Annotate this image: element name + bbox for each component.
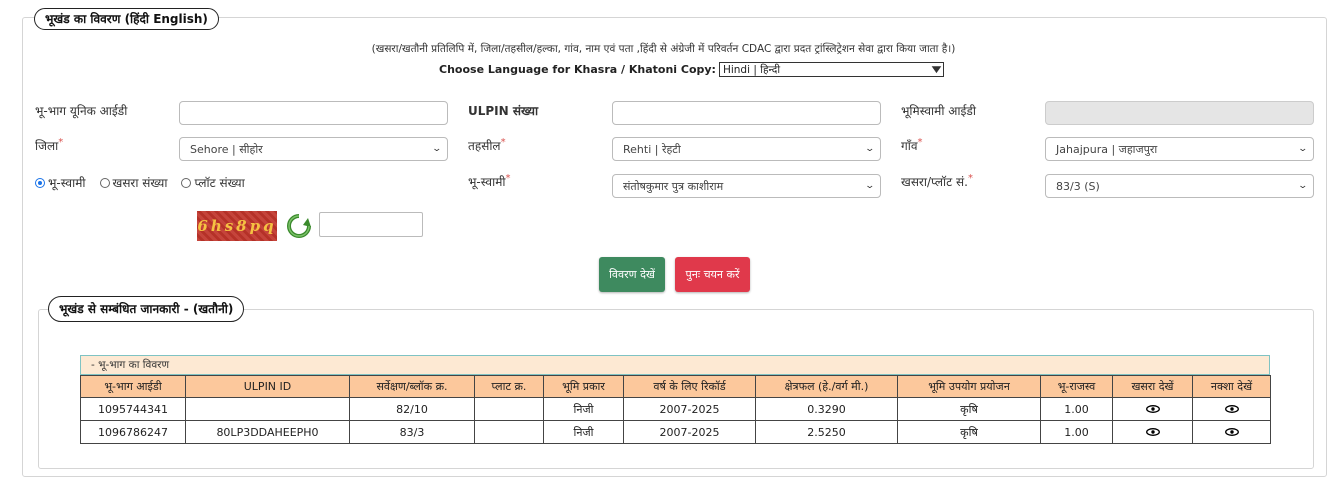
- col-header: ULPIN ID: [185, 375, 350, 398]
- col-header: नक्शा देखें: [1192, 375, 1271, 398]
- section-title: भूखंड का विवरण (हिंदी English): [34, 8, 219, 30]
- col-header: भू-राजस्व: [1040, 375, 1113, 398]
- table-row: 1096786247 80LP3DDAHEEPH0 83/3 निजी 2007…: [80, 420, 1271, 444]
- cell-land-use: कृषि: [897, 397, 1041, 421]
- captcha-input[interactable]: [319, 212, 423, 237]
- language-row: Choose Language for Khasra / Khatoni Cop…: [439, 62, 944, 77]
- col-header: प्लाट क्र.: [474, 375, 544, 398]
- owner-value: संतोषकुमार पुत्र काशीराम: [623, 179, 724, 193]
- chevron-down-icon: ⌄: [864, 181, 876, 191]
- village-value: Jahajpura | जहाजपुरा: [1056, 142, 1158, 156]
- transliteration-info: (खसरा/खतौनी प्रतिलिपि में, जिला/तहसील/हल…: [371, 43, 956, 55]
- cell-land-type: निजी: [543, 420, 624, 444]
- view-map-cell[interactable]: [1192, 420, 1271, 444]
- radio-khasra[interactable]: खसरा संख्या: [99, 174, 167, 191]
- cell-land-use: कृषि: [897, 420, 1041, 444]
- search-type-radios: भू-स्वामी खसरा संख्या प्लॉट संख्या: [35, 174, 245, 191]
- eye-icon[interactable]: [1145, 404, 1160, 413]
- owner-label: भू-स्वामी*: [468, 173, 511, 189]
- radio-plot-dot[interactable]: [181, 177, 192, 188]
- col-header: भूमि प्रकार: [543, 375, 624, 398]
- reset-button[interactable]: पुनः चयन करें: [675, 257, 750, 292]
- ulpin-input[interactable]: [612, 101, 881, 125]
- col-header: क्षेत्रफल (हे./वर्ग मी.): [755, 375, 898, 398]
- cell-year: 2007-2025: [623, 397, 756, 421]
- col-header: वर्ष के लिए रिकॉर्ड: [623, 375, 756, 398]
- col-header: भूमि उपयोग प्रयोजन: [897, 375, 1041, 398]
- language-label: Choose Language for Khasra / Khatoni Cop…: [439, 63, 716, 76]
- unique-id-label: भू-भाग यूनिक आईडी: [35, 104, 128, 118]
- owner-select[interactable]: संतोषकुमार पुत्र काशीराम ⌄: [612, 174, 881, 198]
- view-map-cell[interactable]: [1192, 397, 1271, 421]
- ulpin-label: ULPIN संख्या: [468, 104, 539, 118]
- col-header: खसरा देखें: [1112, 375, 1193, 398]
- bhumiswami-id-input: [1045, 101, 1314, 125]
- col-header: सर्वेक्षण/ब्लॉक क्र.: [349, 375, 475, 398]
- cell-plot: [474, 397, 544, 421]
- cell-land-id: 1096786247: [80, 420, 186, 444]
- table-caption: - भू-भाग का विवरण: [80, 355, 1270, 375]
- chevron-down-icon: ⌄: [431, 144, 443, 154]
- captcha-image: 6hs8pq: [197, 211, 277, 241]
- view-details-button[interactable]: विवरण देखें: [599, 257, 665, 292]
- radio-khasra-dot[interactable]: [99, 177, 110, 188]
- eye-icon[interactable]: [1224, 427, 1239, 436]
- radio-owner-dot[interactable]: [35, 177, 45, 188]
- cell-year: 2007-2025: [623, 420, 756, 444]
- bhumiswami-id-label: भूमिस्वामी आईडी: [901, 104, 976, 118]
- view-khasra-cell[interactable]: [1112, 397, 1193, 421]
- language-select[interactable]: Hindi | हिन्दी ▼: [718, 62, 944, 77]
- chevron-down-icon: ⌄: [1297, 181, 1309, 191]
- cell-survey: 83/3: [349, 420, 475, 444]
- eye-icon[interactable]: [1145, 427, 1160, 436]
- eye-icon[interactable]: [1224, 404, 1239, 413]
- khatoni-title: भूखंड से सम्बंधित जानकारी - (खतौनी): [48, 296, 245, 322]
- cell-ulpin: 80LP3DDAHEEPH0: [185, 420, 350, 444]
- unique-id-input[interactable]: [179, 101, 448, 125]
- radio-plot[interactable]: प्लॉट संख्या: [181, 174, 245, 191]
- radio-owner[interactable]: भू-स्वामी: [35, 174, 86, 191]
- khasra-label: खसरा/प्लॉट सं.*: [901, 173, 973, 189]
- table-header-row: भू-भाग आईडी ULPIN ID सर्वेक्षण/ब्लॉक क्र…: [80, 375, 1271, 398]
- tehsil-select[interactable]: Rehti | रेहटी ⌄: [612, 137, 881, 161]
- col-header: भू-भाग आईडी: [80, 375, 186, 398]
- khasra-select[interactable]: 83/3 (S) ⌄: [1045, 174, 1314, 198]
- district-select[interactable]: Sehore | सीहोर ⌄: [179, 137, 448, 161]
- cell-plot: [474, 420, 544, 444]
- cell-survey: 82/10: [349, 397, 475, 421]
- view-khasra-cell[interactable]: [1112, 420, 1193, 444]
- language-selected: Hindi | हिन्दी: [722, 63, 781, 76]
- chevron-down-icon: ⌄: [1297, 144, 1309, 154]
- cell-revenue: 1.00: [1040, 397, 1113, 421]
- district-value: Sehore | सीहोर: [190, 142, 263, 156]
- table-row: 1095744341 82/10 निजी 2007-2025 0.3290 क…: [80, 397, 1271, 421]
- chevron-down-icon: ⌄: [864, 144, 876, 154]
- khasra-value: 83/3 (S): [1056, 179, 1100, 193]
- village-label: गाँव*: [901, 137, 923, 153]
- tehsil-label: तहसील*: [468, 137, 506, 153]
- cell-area: 2.5250: [755, 420, 898, 444]
- cell-land-id: 1095744341: [80, 397, 186, 421]
- district-label: जिला*: [35, 137, 64, 153]
- cell-ulpin: [185, 397, 350, 421]
- cell-area: 0.3290: [755, 397, 898, 421]
- cell-land-type: निजी: [543, 397, 624, 421]
- land-details-table: - भू-भाग का विवरण भू-भाग आईडी ULPIN ID स…: [80, 355, 1271, 444]
- refresh-icon[interactable]: [284, 212, 314, 240]
- cell-revenue: 1.00: [1040, 420, 1113, 444]
- chevron-down-icon: ▼: [931, 64, 942, 75]
- tehsil-value: Rehti | रेहटी: [623, 142, 681, 156]
- village-select[interactable]: Jahajpura | जहाजपुरा ⌄: [1045, 137, 1314, 161]
